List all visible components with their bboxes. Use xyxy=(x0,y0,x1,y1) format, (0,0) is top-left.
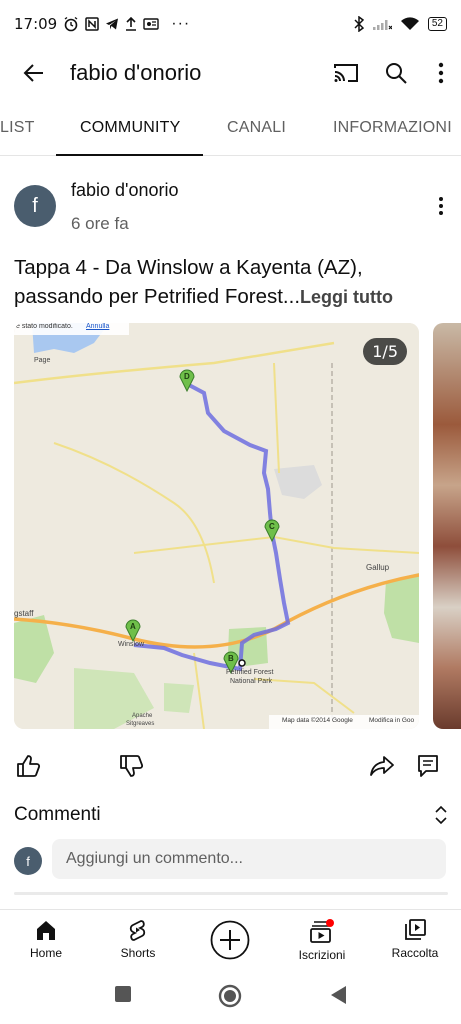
marker-a-label: A xyxy=(130,622,136,631)
upload-icon xyxy=(126,17,137,31)
channel-tabs: LIST COMMUNITY CANALI INFORMAZIONI xyxy=(0,100,461,156)
back-system-button[interactable] xyxy=(328,984,348,1011)
map-attribution: Map data ©2014 Google xyxy=(282,717,353,724)
alarm-icon xyxy=(64,16,78,32)
next-image-preview[interactable] xyxy=(433,323,461,729)
search-button[interactable] xyxy=(371,48,421,98)
map-label-apache: Apache xyxy=(132,713,153,719)
create-icon xyxy=(210,920,250,960)
image-counter: 1/5 xyxy=(363,338,407,365)
comments-title: Commenti xyxy=(14,804,101,825)
post-header: f fabio d'onorio 6 ore fa xyxy=(0,176,461,240)
post-text: Tappa 4 - Da Winslow a Kayenta (AZ), pas… xyxy=(14,253,454,312)
comment-button[interactable] xyxy=(412,750,444,782)
tab-list[interactable]: LIST xyxy=(0,100,35,156)
tab-canali[interactable]: CANALI xyxy=(227,100,286,156)
home-system-button[interactable] xyxy=(218,984,242,1013)
comment-icon xyxy=(418,755,438,777)
bluetooth-icon xyxy=(354,16,364,32)
nav-library-label: Raccolta xyxy=(391,946,439,960)
triangle-back-icon xyxy=(331,986,346,1004)
nav-shorts-label: Shorts xyxy=(120,946,156,960)
library-icon xyxy=(405,919,426,940)
back-button[interactable] xyxy=(6,48,62,98)
active-tab-indicator xyxy=(56,154,203,156)
comments-header[interactable]: Commenti xyxy=(14,795,448,835)
more-vert-icon xyxy=(439,197,443,215)
post-timestamp: 6 ore fa xyxy=(71,214,129,233)
add-comment-row: f Aggiungi un commento... xyxy=(14,839,448,881)
avatar[interactable]: f xyxy=(14,185,56,227)
overflow-menu-button[interactable] xyxy=(421,48,461,98)
shorts-icon xyxy=(129,920,146,941)
read-more-link[interactable]: Leggi tutto xyxy=(300,287,393,307)
battery-indicator: 52 xyxy=(427,17,447,31)
system-nav-bar xyxy=(0,972,461,1024)
more-vert-icon xyxy=(438,62,444,84)
nav-home-label: Home xyxy=(29,946,62,960)
map-label-park: National Park xyxy=(230,678,273,685)
map-image[interactable]: è stato modificato. Annulla Page Gallup … xyxy=(14,323,419,729)
wifi-icon xyxy=(400,17,419,30)
home-icon xyxy=(37,921,55,940)
recents-button[interactable] xyxy=(113,984,133,1009)
nav-subscriptions[interactable]: Iscrizioni xyxy=(282,918,362,962)
map-label-flagstaff: gstaff xyxy=(14,609,34,618)
post-actions xyxy=(0,746,461,786)
tab-community[interactable]: COMMUNITY xyxy=(80,100,180,156)
app-bar: fabio d'onorio xyxy=(0,48,461,98)
more-icon: ··· xyxy=(171,15,191,32)
image-carousel[interactable]: è stato modificato. Annulla Page Gallup … xyxy=(14,323,461,729)
bottom-nav: Home Shorts Iscrizioni Raccolta xyxy=(0,909,461,971)
map-notice: è stato modificato. xyxy=(16,323,73,330)
share-icon xyxy=(370,756,394,776)
map-label-petrified: Petrified Forest xyxy=(226,669,274,676)
channel-title: fabio d'onorio xyxy=(70,60,202,85)
post-author[interactable]: fabio d'onorio xyxy=(71,180,179,201)
avatar: f xyxy=(14,847,42,875)
nav-library[interactable]: Raccolta xyxy=(375,918,455,960)
divider xyxy=(14,892,448,895)
status-bar: 17:09 ··· 52 xyxy=(0,0,461,48)
route-map xyxy=(14,323,419,729)
expand-icon[interactable] xyxy=(434,805,448,825)
thumb-down-icon xyxy=(120,755,144,777)
search-icon xyxy=(386,63,407,84)
cast-icon xyxy=(334,64,358,82)
map-label-gallup: Gallup xyxy=(366,563,390,572)
subscriptions-icon xyxy=(310,919,334,943)
marker-d-label: D xyxy=(184,372,190,381)
marker-c-label: C xyxy=(269,522,275,531)
dislike-button[interactable] xyxy=(115,750,147,782)
nav-home[interactable]: Home xyxy=(6,918,86,960)
add-comment-input[interactable]: Aggiungi un commento... xyxy=(52,839,446,879)
square-icon xyxy=(115,986,131,1002)
signal-icon xyxy=(372,20,392,30)
cast-button[interactable] xyxy=(321,48,371,98)
arrow-back-icon xyxy=(23,64,43,82)
share-button[interactable] xyxy=(366,750,398,782)
telegram-icon xyxy=(106,18,119,30)
thumb-up-icon xyxy=(17,755,41,777)
circle-icon xyxy=(218,984,242,1008)
nav-create-button[interactable] xyxy=(210,920,250,960)
map-undo-link: Annulla xyxy=(86,323,110,330)
map-label-page: Page xyxy=(34,357,51,364)
nav-subscriptions-label: Iscrizioni xyxy=(298,948,346,962)
tab-informazioni[interactable]: INFORMAZIONI xyxy=(333,100,452,156)
map-label-sitgreaves: Sitgreaves xyxy=(126,721,155,727)
status-time: 17:09 xyxy=(14,15,58,33)
map-label-winslow: Winslow xyxy=(118,641,145,648)
nav-shorts[interactable]: Shorts xyxy=(98,918,178,960)
map-modify-link: Modifica in Goo xyxy=(369,717,415,724)
nfc-icon xyxy=(85,17,99,31)
marker-b-label: B xyxy=(228,654,234,663)
like-button[interactable] xyxy=(12,750,44,782)
photo-icon xyxy=(143,18,159,30)
post-menu-button[interactable] xyxy=(425,190,457,222)
